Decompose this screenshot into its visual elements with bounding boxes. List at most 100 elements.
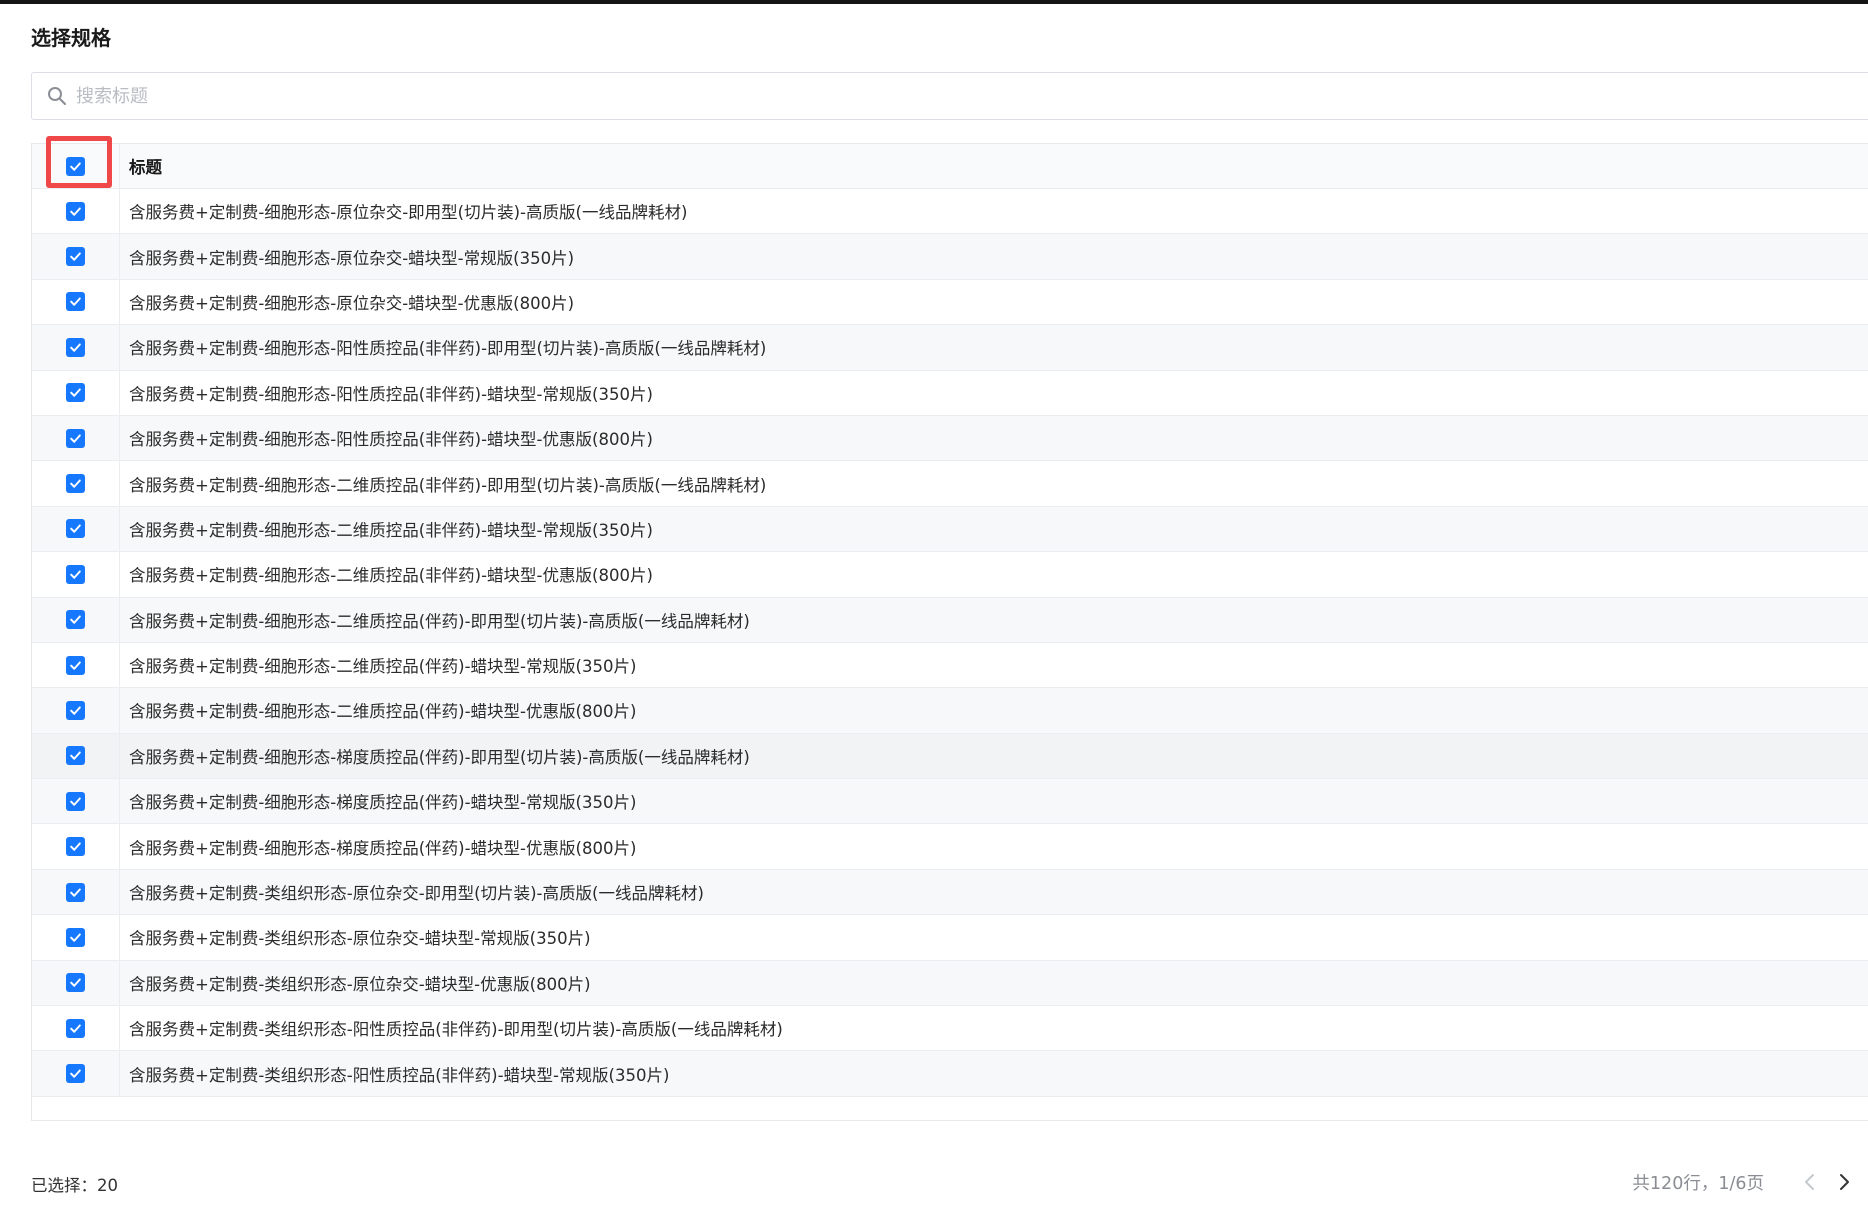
table-row[interactable]: 含服务费+定制费-细胞形态-二维质控品(伴药)-即用型(切片装)-高质版(一线品… [32,597,1868,643]
row-title: 含服务费+定制费-细胞形态-梯度质控品(伴药)-即用型(切片装)-高质版(一线品… [129,747,750,767]
row-checkbox[interactable] [66,973,85,993]
row-checkbox-cell [32,279,120,325]
row-checkbox[interactable] [66,746,85,766]
select-all-checkbox[interactable] [66,156,85,176]
prev-page-button[interactable] [1800,1168,1820,1196]
chevron-right-icon [1840,1174,1849,1190]
row-title: 含服务费+定制费-细胞形态-原位杂交-蜡块型-常规版(350片) [129,248,575,268]
table-row[interactable]: 含服务费+定制费-细胞形态-梯度质控品(伴药)-蜡块型-优惠版(800片) [32,824,1868,870]
row-checkbox[interactable] [66,791,85,811]
table-row[interactable]: 含服务费+定制费-细胞形态-二维质控品(非伴药)-蜡块型-优惠版(800片) [32,552,1868,598]
chevron-left-icon [1805,1174,1814,1190]
row-checkbox-cell [32,189,120,234]
row-title: 含服务费+定制费-细胞形态-二维质控品(伴药)-即用型(切片装)-高质版(一线品… [129,611,750,631]
row-title: 含服务费+定制费-细胞形态-原位杂交-即用型(切片装)-高质版(一线品牌耗材) [129,203,688,223]
row-checkbox[interactable] [66,1064,85,1084]
table-row[interactable]: 含服务费+定制费-类组织形态-阳性质控品(非伴药)-蜡块型-常规版(350片) [32,1051,1868,1097]
row-title: 含服务费+定制费-细胞形态-二维质控品(非伴药)-蜡块型-常规版(350片) [129,520,653,540]
table-row[interactable]: 含服务费+定制费-类组织形态-原位杂交-蜡块型-常规版(350片) [32,915,1868,961]
check-icon [70,751,81,761]
table-row[interactable]: 含服务费+定制费-类组织形态-阳性质控品(非伴药)-即用型(切片装)-高质版(一… [32,1006,1868,1052]
search-box[interactable] [31,72,1868,120]
row-checkbox-cell [32,1006,120,1051]
row-checkbox-cell [32,234,120,279]
search-input[interactable] [76,73,1868,119]
row-title: 含服务费+定制费-细胞形态-原位杂交-蜡块型-优惠版(800片) [129,293,575,313]
check-icon [70,479,81,488]
table-row[interactable]: 含服务费+定制费-细胞形态-阳性质控品(非伴药)-蜡块型-常规版(350片) [32,370,1868,416]
check-icon [70,661,81,670]
row-title: 含服务费+定制费-类组织形态-阳性质控品(非伴药)-即用型(切片装)-高质版(一… [129,1020,783,1040]
row-checkbox[interactable] [66,610,85,630]
row-checkbox-cell [32,688,120,733]
table-row[interactable]: 含服务费+定制费-细胞形态-阳性质控品(非伴药)-即用型(切片装)-高质版(一线… [32,325,1868,371]
table-row[interactable]: 含服务费+定制费-细胞形态-原位杂交-蜡块型-常规版(350片) [32,234,1868,280]
row-checkbox-cell [32,733,120,779]
pager-info: 共120行，1/6页 [1632,1173,1764,1194]
row-checkbox[interactable] [66,927,85,947]
table-row[interactable]: 含服务费+定制费-类组织形态-原位杂交-蜡块型-优惠版(800片) [32,960,1868,1007]
dialog-title: 选择规格 [31,26,111,50]
row-checkbox[interactable] [66,700,85,720]
row-checkbox-cell [32,869,120,915]
row-checkbox-cell [32,960,120,1006]
row-checkbox-cell [32,415,120,461]
row-checkbox[interactable] [66,474,85,494]
check-icon [70,797,81,806]
table-row[interactable]: 含服务费+定制费-类组织形态-原位杂交-即用型(切片装)-高质版(一线品牌耗材) [32,869,1868,916]
table-row[interactable]: 含服务费+定制费-细胞形态-二维质控品(伴药)-蜡块型-优惠版(800片) [32,688,1868,734]
table-row[interactable]: 含服务费+定制费-细胞形态-二维质控品(非伴药)-蜡块型-常规版(350片) [32,506,1868,553]
row-title: 含服务费+定制费-细胞形态-阳性质控品(非伴药)-蜡块型-优惠版(800片) [129,430,653,450]
table-row[interactable]: 含服务费+定制费-细胞形态-二维质控品(非伴药)-即用型(切片装)-高质版(一线… [32,461,1868,507]
row-title: 含服务费+定制费-类组织形态-原位杂交-蜡块型-优惠版(800片) [129,974,591,994]
row-checkbox[interactable] [66,201,85,221]
check-icon [70,888,81,897]
table-header-row: 标题 [32,136,1868,189]
row-title: 含服务费+定制费-细胞形态-梯度质控品(伴药)-蜡块型-优惠版(800片) [129,838,637,858]
row-title: 含服务费+定制费-类组织形态-原位杂交-蜡块型-常规版(350片) [129,929,591,949]
table-row[interactable]: 含服务费+定制费-细胞形态-梯度质控品(伴药)-蜡块型-常规版(350片) [32,779,1868,825]
check-icon [70,1024,81,1033]
table-row[interactable]: 含服务费+定制费-细胞形态-二维质控品(伴药)-蜡块型-常规版(350片) [32,642,1868,689]
row-checkbox[interactable] [66,247,85,267]
row-checkbox[interactable] [66,292,85,312]
check-icon [70,706,81,715]
row-checkbox[interactable] [66,655,85,675]
check-icon [70,161,81,171]
row-title: 含服务费+定制费-细胞形态-梯度质控品(伴药)-蜡块型-常规版(350片) [129,793,637,813]
table-row[interactable]: 含服务费+定制费-细胞形态-原位杂交-即用型(切片装)-高质版(一线品牌耗材) [32,189,1868,235]
row-checkbox[interactable] [66,337,85,357]
table-row[interactable]: 含服务费+定制费-细胞形态-原位杂交-蜡块型-优惠版(800片) [32,279,1868,326]
check-icon [70,388,81,397]
table-row[interactable]: 含服务费+定制费-细胞形态-梯度质控品(伴药)-即用型(切片装)-高质版(一线品… [32,733,1868,780]
check-icon [70,933,81,942]
row-checkbox[interactable] [66,564,85,584]
check-icon [70,434,81,443]
row-checkbox[interactable] [66,1018,85,1038]
pagination: 共120行，1/6页 [1632,1168,1868,1196]
row-checkbox[interactable] [66,882,85,902]
row-checkbox-cell [32,325,120,370]
row-checkbox[interactable] [66,519,85,539]
check-icon [70,297,81,307]
row-title: 含服务费+定制费-细胞形态-阳性质控品(非伴药)-即用型(切片装)-高质版(一线… [129,339,767,359]
row-checkbox-cell [32,915,120,960]
row-checkbox[interactable] [66,383,85,403]
check-icon [70,343,81,352]
row-checkbox-cell [32,552,120,597]
row-checkbox[interactable] [66,428,85,448]
table-body: 含服务费+定制费-细胞形态-原位杂交-即用型(切片装)-高质版(一线品牌耗材) 含… [32,189,1868,1097]
selected-count: 已选择：20 [31,1176,118,1195]
row-title: 含服务费+定制费-细胞形态-二维质控品(非伴药)-蜡块型-优惠版(800片) [129,566,653,586]
row-title: 含服务费+定制费-类组织形态-原位杂交-即用型(切片装)-高质版(一线品牌耗材) [129,884,704,904]
next-page-button[interactable] [1834,1168,1854,1196]
column-header-title: 标题 [129,158,162,177]
check-icon [70,207,81,216]
row-checkbox[interactable] [66,837,85,857]
table-row[interactable]: 含服务费+定制费-细胞形态-阳性质控品(非伴药)-蜡块型-优惠版(800片) [32,415,1868,462]
header-checkbox-cell [32,136,120,188]
row-checkbox-cell [32,461,120,506]
check-icon [70,570,81,579]
check-icon [70,978,81,988]
row-title: 含服务费+定制费-细胞形态-二维质控品(伴药)-蜡块型-常规版(350片) [129,657,637,677]
